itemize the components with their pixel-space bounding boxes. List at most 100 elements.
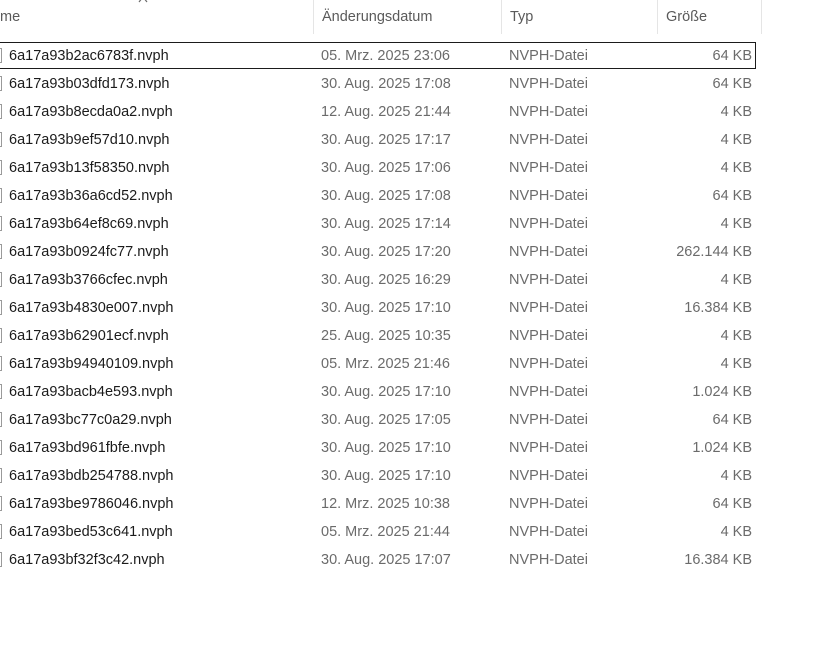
file-size: 64 KB	[712, 412, 753, 428]
file-size: 16.384 KB	[684, 300, 752, 316]
column-header-type-label: Typ	[510, 9, 534, 25]
file-name: 6a17a93bed53c641.nvph	[9, 524, 173, 540]
file-size: 4 KB	[720, 524, 752, 540]
file-type: NVPH-Datei	[509, 412, 588, 428]
file-icon	[0, 272, 2, 287]
file-type: NVPH-Datei	[509, 244, 588, 260]
file-row[interactable]: 6a17a93bacb4e593.nvph 30. Aug. 2025 17:10…	[0, 378, 762, 406]
column-header-size[interactable]: Größe	[657, 0, 762, 34]
file-date: 12. Mrz. 2025 10:38	[321, 496, 450, 512]
file-date: 30. Aug. 2025 16:29	[321, 272, 451, 288]
file-row[interactable]: 6a17a93bc77c0a29.nvph 30. Aug. 2025 17:05…	[0, 406, 762, 434]
file-row[interactable]: 6a17a93bd961fbfe.nvph 30. Aug. 2025 17:10…	[0, 434, 762, 462]
file-size: 64 KB	[712, 76, 753, 92]
file-icon	[0, 328, 2, 343]
file-row[interactable]: 6a17a93bdb254788.nvph 30. Aug. 2025 17:10…	[0, 462, 762, 490]
file-row[interactable]: 6a17a93bed53c641.nvph 05. Mrz. 2025 21:44…	[0, 518, 762, 546]
chevron-up-icon[interactable]	[137, 0, 149, 4]
file-date: 30. Aug. 2025 17:14	[321, 216, 451, 232]
file-size: 4 KB	[720, 468, 752, 484]
file-type: NVPH-Datei	[509, 76, 588, 92]
file-name: 6a17a93b4830e007.nvph	[9, 300, 174, 316]
file-icon	[0, 468, 2, 483]
file-icon	[0, 440, 2, 455]
file-icon	[0, 356, 2, 371]
file-name: 6a17a93bacb4e593.nvph	[9, 384, 173, 400]
file-type: NVPH-Datei	[509, 552, 588, 568]
file-size: 4 KB	[720, 132, 752, 148]
file-icon	[0, 412, 2, 427]
file-type: NVPH-Datei	[509, 496, 588, 512]
file-row[interactable]: 6a17a93bf32f3c42.nvph 30. Aug. 2025 17:07…	[0, 546, 762, 574]
file-date: 30. Aug. 2025 17:10	[321, 384, 451, 400]
file-name: 6a17a93b64ef8c69.nvph	[9, 216, 169, 232]
file-row[interactable]: 6a17a93b94940109.nvph 05. Mrz. 2025 21:46…	[0, 350, 762, 378]
file-row[interactable]: 6a17a93b3766cfec.nvph 30. Aug. 2025 16:29…	[0, 266, 762, 294]
file-row[interactable]: 6a17a93b62901ecf.nvph 25. Aug. 2025 10:35…	[0, 322, 762, 350]
file-type: NVPH-Datei	[509, 104, 588, 120]
file-size: 4 KB	[720, 272, 752, 288]
file-size: 1.024 KB	[692, 440, 752, 456]
file-type: NVPH-Datei	[509, 132, 588, 148]
file-date: 30. Aug. 2025 17:20	[321, 244, 451, 260]
file-name: 6a17a93b0924fc77.nvph	[9, 244, 169, 260]
file-icon	[0, 48, 2, 63]
file-row[interactable]: 6a17a93be9786046.nvph 12. Mrz. 2025 10:38…	[0, 490, 762, 518]
file-type: NVPH-Datei	[509, 160, 588, 176]
file-icon	[0, 76, 2, 91]
file-name: 6a17a93b94940109.nvph	[9, 356, 174, 372]
file-type: NVPH-Datei	[509, 356, 588, 372]
file-size: 4 KB	[720, 356, 752, 372]
file-row[interactable]: 6a17a93b8ecda0a2.nvph 12. Aug. 2025 21:44…	[0, 98, 762, 126]
file-type: NVPH-Datei	[509, 384, 588, 400]
file-icon	[0, 160, 2, 175]
file-size: 64 KB	[712, 48, 753, 64]
file-date: 30. Aug. 2025 17:05	[321, 412, 451, 428]
file-name: 6a17a93bd961fbfe.nvph	[9, 440, 166, 456]
file-row[interactable]: 6a17a93b36a6cd52.nvph 30. Aug. 2025 17:08…	[0, 182, 762, 210]
file-row[interactable]: 6a17a93b0924fc77.nvph 30. Aug. 2025 17:20…	[0, 238, 762, 266]
file-date: 25. Aug. 2025 10:35	[321, 328, 451, 344]
file-icon	[0, 300, 2, 315]
column-header-type[interactable]: Typ	[501, 0, 657, 34]
file-type: NVPH-Datei	[509, 48, 588, 64]
file-date: 05. Mrz. 2025 23:06	[321, 48, 450, 64]
file-icon	[0, 132, 2, 147]
file-size: 4 KB	[720, 216, 752, 232]
file-row[interactable]: 6a17a93b4830e007.nvph 30. Aug. 2025 17:10…	[0, 294, 762, 322]
file-name: 6a17a93b36a6cd52.nvph	[9, 188, 173, 204]
file-name: 6a17a93b03dfd173.nvph	[9, 76, 170, 92]
column-header-date[interactable]: Änderungsdatum	[313, 0, 501, 34]
file-icon	[0, 384, 2, 399]
file-date: 05. Mrz. 2025 21:46	[321, 356, 450, 372]
file-row[interactable]: 6a17a93b03dfd173.nvph 30. Aug. 2025 17:08…	[0, 70, 762, 98]
file-date: 30. Aug. 2025 17:08	[321, 188, 451, 204]
file-icon	[0, 244, 2, 259]
file-row[interactable]: 6a17a93b9ef57d10.nvph 30. Aug. 2025 17:17…	[0, 126, 762, 154]
file-name: 6a17a93b3766cfec.nvph	[9, 272, 168, 288]
file-row[interactable]: 6a17a93b2ac6783f.nvph 05. Mrz. 2025 23:06…	[0, 42, 762, 70]
file-name: 6a17a93be9786046.nvph	[9, 496, 174, 512]
column-header-name[interactable]: me	[0, 0, 313, 34]
file-explorer: me Änderungsdatum Typ Größe 6a17a93b2ac6…	[0, 0, 825, 661]
column-header-name-label: me	[0, 9, 21, 25]
file-size: 4 KB	[720, 328, 752, 344]
file-icon	[0, 524, 2, 539]
file-name: 6a17a93b8ecda0a2.nvph	[9, 104, 173, 120]
file-list: 6a17a93b2ac6783f.nvph 05. Mrz. 2025 23:06…	[0, 42, 762, 574]
file-date: 05. Mrz. 2025 21:44	[321, 524, 450, 540]
file-date: 12. Aug. 2025 21:44	[321, 104, 451, 120]
file-row[interactable]: 6a17a93b13f58350.nvph 30. Aug. 2025 17:06…	[0, 154, 762, 182]
file-name: 6a17a93b13f58350.nvph	[9, 160, 170, 176]
file-size: 64 KB	[712, 188, 753, 204]
file-type: NVPH-Datei	[509, 440, 588, 456]
file-date: 30. Aug. 2025 17:07	[321, 552, 451, 568]
file-icon	[0, 552, 2, 567]
file-date: 30. Aug. 2025 17:10	[321, 440, 451, 456]
file-icon	[0, 104, 2, 119]
file-row[interactable]: 6a17a93b64ef8c69.nvph 30. Aug. 2025 17:14…	[0, 210, 762, 238]
file-type: NVPH-Datei	[509, 524, 588, 540]
file-icon	[0, 496, 2, 511]
file-size: 16.384 KB	[684, 552, 752, 568]
file-icon	[0, 188, 2, 203]
